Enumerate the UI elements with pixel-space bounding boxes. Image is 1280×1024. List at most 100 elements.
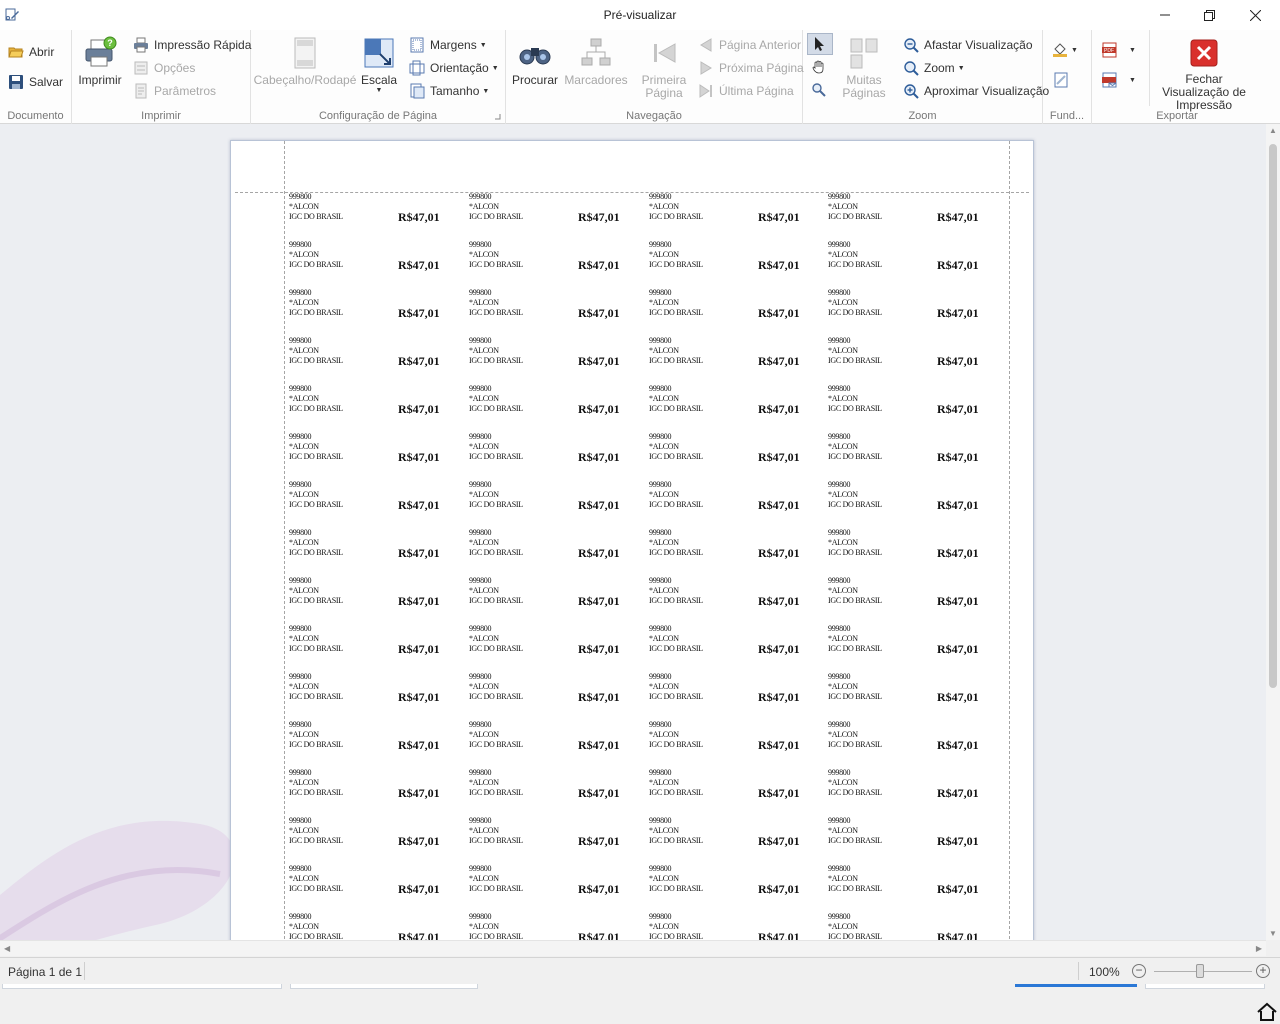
vertical-scroll-thumb[interactable] xyxy=(1269,144,1277,688)
label-brand: *ALCON xyxy=(828,538,858,547)
label-price: R$47,01 xyxy=(578,498,620,512)
paint-bucket-icon xyxy=(1053,43,1067,57)
bottom-input-field-3[interactable] xyxy=(1145,984,1265,989)
header-footer-button[interactable]: Cabeçalho/Rodapé xyxy=(254,36,356,87)
parameters-button[interactable]: Parâmetros xyxy=(133,81,216,101)
zoom-in-button[interactable]: Aproximar Visualização xyxy=(903,81,1049,101)
parameters-icon xyxy=(135,83,147,99)
price-label: 999800 *ALCON IGC DO BRASIL R$47,01 xyxy=(289,912,469,940)
watermark-button[interactable] xyxy=(1053,72,1069,91)
label-company: IGC DO BRASIL xyxy=(469,500,523,509)
zoom-out-slider-button[interactable]: − xyxy=(1132,964,1146,978)
label-code: 999800 xyxy=(289,720,312,729)
bottom-input-field[interactable] xyxy=(2,984,282,989)
minimize-button[interactable] xyxy=(1142,0,1188,30)
label-brand: *ALCON xyxy=(289,538,319,547)
first-page-button[interactable]: Primeira Página xyxy=(640,36,688,100)
label-company: IGC DO BRASIL xyxy=(469,548,523,557)
price-label: 999800 *ALCON IGC DO BRASIL R$47,01 xyxy=(469,624,649,672)
next-page-icon xyxy=(700,61,712,75)
label-brand: *ALCON xyxy=(289,778,319,787)
close-preview-label: Fechar Visualização de Impressão xyxy=(1162,72,1246,112)
watermark-icon xyxy=(1054,72,1068,88)
pdf-export-icon: PDF xyxy=(1102,42,1117,58)
zoom-dropdown-icon: ▼ xyxy=(957,64,965,72)
restore-icon xyxy=(1203,9,1215,21)
restore-button[interactable] xyxy=(1186,0,1232,30)
close-preview-button[interactable]: Fechar Visualização de Impressão xyxy=(1156,36,1252,112)
label-company: IGC DO BRASIL xyxy=(469,452,523,461)
zoom-in-slider-button[interactable]: + xyxy=(1256,964,1270,978)
label-code: 999800 xyxy=(828,192,851,201)
orientation-button[interactable]: Orientação ▼ xyxy=(409,58,499,78)
hand-tool-button[interactable] xyxy=(811,59,827,78)
save-button[interactable]: Salvar xyxy=(8,72,63,92)
export-dropdown-icon: ▼ xyxy=(1129,46,1136,54)
label-price: R$47,01 xyxy=(937,594,979,608)
dialog-launcher-icon[interactable] xyxy=(495,114,501,120)
label-price: R$47,01 xyxy=(578,594,620,608)
scroll-right-icon[interactable]: ▶ xyxy=(1256,944,1262,953)
label-code: 999800 xyxy=(828,240,851,249)
home-icon[interactable] xyxy=(1256,1002,1278,1022)
label-brand: *ALCON xyxy=(649,874,679,883)
price-label: 999800 *ALCON IGC DO BRASIL R$47,01 xyxy=(828,432,1008,480)
label-brand: *ALCON xyxy=(289,298,319,307)
price-label: 999800 *ALCON IGC DO BRASIL R$47,01 xyxy=(289,672,469,720)
previous-page-button[interactable]: Página Anterior xyxy=(698,35,801,55)
size-dropdown-icon: ▼ xyxy=(482,87,490,95)
options-button[interactable]: Opções xyxy=(133,58,195,78)
size-button[interactable]: Tamanho ▼ xyxy=(409,81,489,101)
label-brand: *ALCON xyxy=(649,586,679,595)
last-page-button[interactable]: Última Página xyxy=(698,81,794,101)
magnifier-tool-button[interactable] xyxy=(811,82,827,101)
bookmarks-button[interactable]: Marcadores xyxy=(564,36,628,87)
label-code: 999800 xyxy=(469,240,492,249)
label-code: 999800 xyxy=(649,672,672,681)
label-brand: *ALCON xyxy=(649,442,679,451)
scroll-left-icon[interactable]: ◀ xyxy=(4,944,10,953)
next-page-button[interactable]: Próxima Página xyxy=(698,58,804,78)
pointer-tool-button[interactable] xyxy=(807,33,833,55)
price-label: 999800 *ALCON IGC DO BRASIL R$47,01 xyxy=(828,864,1008,912)
search-button[interactable]: Procurar xyxy=(512,36,558,87)
export-pdf-button[interactable]: PDF ▼ xyxy=(1101,42,1136,58)
group-navegacao: Procurar Marcadores Primeira Página Pági… xyxy=(506,30,804,124)
margins-button[interactable]: Margens ▼ xyxy=(409,35,487,55)
scale-button[interactable]: Escala ▼ xyxy=(359,36,399,95)
zoom-dropdown-button[interactable]: Zoom ▼ xyxy=(903,58,965,78)
scroll-down-icon[interactable]: ▼ xyxy=(1269,929,1277,938)
vertical-scrollbar[interactable]: ▲ ▼ xyxy=(1266,124,1280,940)
bottom-active-tab[interactable] xyxy=(1015,984,1137,987)
open-button[interactable]: Abrir xyxy=(8,42,54,62)
group-fundo: ▼ Fund... xyxy=(1043,30,1092,124)
label-code: 999800 xyxy=(289,336,312,345)
horizontal-scrollbar[interactable]: ◀ ▶ xyxy=(0,940,1266,956)
label-brand: *ALCON xyxy=(828,250,858,259)
scroll-up-icon[interactable]: ▲ xyxy=(1269,126,1277,135)
zoom-out-button[interactable]: Afastar Visualização xyxy=(903,35,1033,55)
label-price: R$47,01 xyxy=(398,642,440,656)
close-window-button[interactable] xyxy=(1232,0,1278,30)
price-label: 999800 *ALCON IGC DO BRASIL R$47,01 xyxy=(649,864,829,912)
bottom-input-field-2[interactable] xyxy=(290,984,478,989)
quick-print-button[interactable]: Impressão Rápida xyxy=(133,35,251,55)
price-label: 999800 *ALCON IGC DO BRASIL R$47,01 xyxy=(289,432,469,480)
page-color-button[interactable]: ▼ xyxy=(1052,42,1078,58)
label-brand: *ALCON xyxy=(649,730,679,739)
price-label: 999800 *ALCON IGC DO BRASIL R$47,01 xyxy=(469,288,649,336)
many-pages-button[interactable]: Muitas Páginas xyxy=(841,36,887,100)
price-label: 999800 *ALCON IGC DO BRASIL R$47,01 xyxy=(649,432,829,480)
label-company: IGC DO BRASIL xyxy=(828,884,882,893)
zoom-slider-thumb[interactable] xyxy=(1196,964,1204,978)
preview-viewport[interactable]: 999800 *ALCON IGC DO BRASIL R$47,01 999800 *A… xyxy=(0,124,1266,940)
label-code: 999800 xyxy=(469,864,492,873)
label-code: 999800 xyxy=(289,384,312,393)
print-button[interactable]: ? Imprimir xyxy=(78,36,122,87)
label-brand: *ALCON xyxy=(649,346,679,355)
price-label: 999800 *ALCON IGC DO BRASIL R$47,01 xyxy=(469,720,649,768)
price-label: 999800 *ALCON IGC DO BRASIL R$47,01 xyxy=(289,816,469,864)
send-pdf-button[interactable]: ▼ xyxy=(1101,72,1136,88)
label-code: 999800 xyxy=(289,864,312,873)
label-code: 999800 xyxy=(649,576,672,585)
